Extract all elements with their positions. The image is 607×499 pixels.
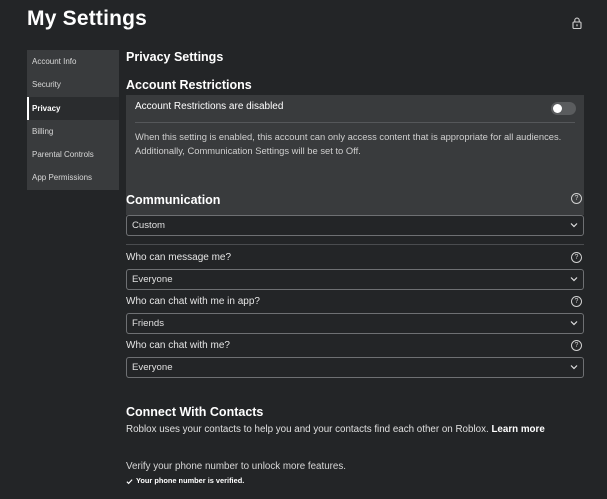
contacts-description-text: Roblox uses your contacts to help you an… [126,424,489,435]
chevron-down-icon [570,365,578,370]
select-value: Everyone [132,274,173,285]
phone-verified-status: Your phone number is verified. [126,476,244,485]
divider [126,244,584,245]
connect-with-contacts-heading: Connect With Contacts [126,405,264,419]
who-can-chat-label: Who can chat with me? [126,340,230,351]
account-restrictions-heading: Account Restrictions [126,78,252,92]
contacts-description: Roblox uses your contacts to help you an… [126,423,576,437]
who-can-message-select[interactable]: Everyone [126,269,584,290]
chevron-down-icon [570,223,578,228]
communication-heading: Communication [126,193,221,207]
verify-phone-text: Verify your phone number to unlock more … [126,461,347,472]
toggle-knob [553,104,562,113]
question-circle-icon[interactable]: ? [571,252,582,263]
question-circle-icon[interactable]: ? [571,340,582,351]
who-can-message-label: Who can message me? [126,252,232,263]
who-can-chat-select[interactable]: Everyone [126,357,584,378]
communication-preset-select[interactable]: Custom [126,215,584,236]
who-can-chat-in-app-label: Who can chat with me in app? [126,296,260,307]
who-can-chat-in-app-select[interactable]: Friends [126,313,584,334]
page-title: My Settings [27,7,148,30]
sidebar-item-privacy[interactable]: Privacy [27,96,119,121]
chevron-down-icon [570,321,578,326]
select-value: Everyone [132,362,173,373]
phone-verified-text: Your phone number is verified. [136,476,245,485]
account-restrictions-toggle-label: Account Restrictions are disabled [135,101,284,112]
account-restrictions-toggle[interactable] [551,102,576,115]
sidebar-item-parental-controls[interactable]: Parental Controls [27,143,119,166]
chevron-down-icon [570,277,578,282]
sidebar-item-app-permissions[interactable]: App Permissions [27,166,119,189]
sidebar-item-billing[interactable]: Billing [27,120,119,143]
account-restrictions-description: When this setting is enabled, this accou… [135,131,562,156]
select-value: Friends [132,318,164,329]
settings-sidebar: Account Info Security Privacy Billing Pa… [27,50,119,190]
sidebar-item-account-info[interactable]: Account Info [27,50,119,73]
divider [135,122,575,123]
sidebar-item-security[interactable]: Security [27,73,119,96]
question-circle-icon[interactable]: ? [571,296,582,307]
check-icon [126,478,133,484]
question-circle-icon[interactable]: ? [571,193,582,204]
privacy-settings-heading: Privacy Settings [126,50,224,64]
lock-icon[interactable] [572,17,582,29]
learn-more-link[interactable]: Learn more [491,424,544,435]
select-value: Custom [132,220,166,231]
